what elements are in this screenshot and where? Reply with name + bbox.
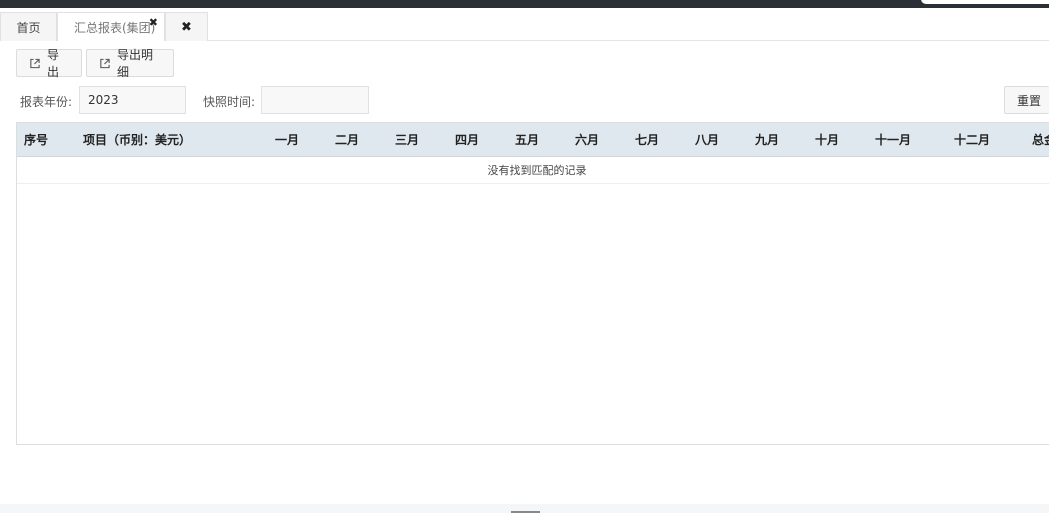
top-bar-search-pill xyxy=(921,0,1049,4)
close-icon[interactable]: ✖ xyxy=(149,16,158,29)
export-detail-button-label: 导出明细 xyxy=(116,48,153,79)
column-header-item[interactable]: 项目（币别：美元） xyxy=(83,123,191,157)
tab-home-label: 首页 xyxy=(16,20,41,35)
column-header-aug[interactable]: 八月 xyxy=(695,123,719,157)
close-all-tabs-button[interactable]: ✖ xyxy=(165,12,208,41)
close-icon: ✖ xyxy=(181,19,192,35)
export-icon xyxy=(100,58,110,68)
column-header-apr[interactable]: 四月 xyxy=(455,123,479,157)
tab-home[interactable]: 首页 xyxy=(0,12,57,41)
column-header-jun[interactable]: 六月 xyxy=(575,123,599,157)
column-header-dec[interactable]: 十二月 xyxy=(954,123,990,157)
column-header-feb[interactable]: 二月 xyxy=(335,123,359,157)
column-header-mar[interactable]: 三月 xyxy=(395,123,419,157)
tab-summary-report-label: 汇总报表(集团) xyxy=(74,20,156,35)
column-header-sep[interactable]: 九月 xyxy=(755,123,779,157)
report-year-input[interactable] xyxy=(79,86,186,114)
table-empty-message: 没有找到匹配的记录 xyxy=(17,157,1049,184)
column-header-jan[interactable]: 一月 xyxy=(275,123,299,157)
report-table: 序号 项目（币别：美元） 一月 二月 三月 四月 五月 六月 七月 八月 九月 … xyxy=(16,122,1049,445)
reset-button[interactable]: 重置 xyxy=(1004,86,1049,114)
export-button[interactable]: 导出 xyxy=(16,48,82,79)
column-header-nov[interactable]: 十一月 xyxy=(875,123,911,157)
export-button-label: 导出 xyxy=(46,48,59,79)
snapshot-time-label: 快照时间: xyxy=(203,95,256,109)
column-header-index[interactable]: 序号 xyxy=(24,123,48,157)
table-header: 序号 项目（币别：美元） 一月 二月 三月 四月 五月 六月 七月 八月 九月 … xyxy=(17,123,1049,157)
column-header-total[interactable]: 总金 xyxy=(1032,123,1049,157)
export-icon xyxy=(30,58,40,68)
tab-bar: 首页 汇总报表(集团) ✖ ✖ xyxy=(0,8,1049,41)
report-year-label: 报表年份: xyxy=(20,95,73,109)
export-detail-button[interactable]: 导出明细 xyxy=(86,48,174,79)
reset-button-label: 重置 xyxy=(1017,93,1042,108)
column-header-jul[interactable]: 七月 xyxy=(635,123,659,157)
toolbar: 导出 导出明细 xyxy=(16,48,174,79)
column-header-may[interactable]: 五月 xyxy=(515,123,539,157)
column-header-oct[interactable]: 十月 xyxy=(815,123,839,157)
tab-summary-report[interactable]: 汇总报表(集团) ✖ xyxy=(57,12,165,41)
top-bar xyxy=(0,0,1049,8)
snapshot-time-input[interactable] xyxy=(261,86,369,114)
filter-bar: 报表年份: 快照时间: 重置 xyxy=(0,86,1049,114)
